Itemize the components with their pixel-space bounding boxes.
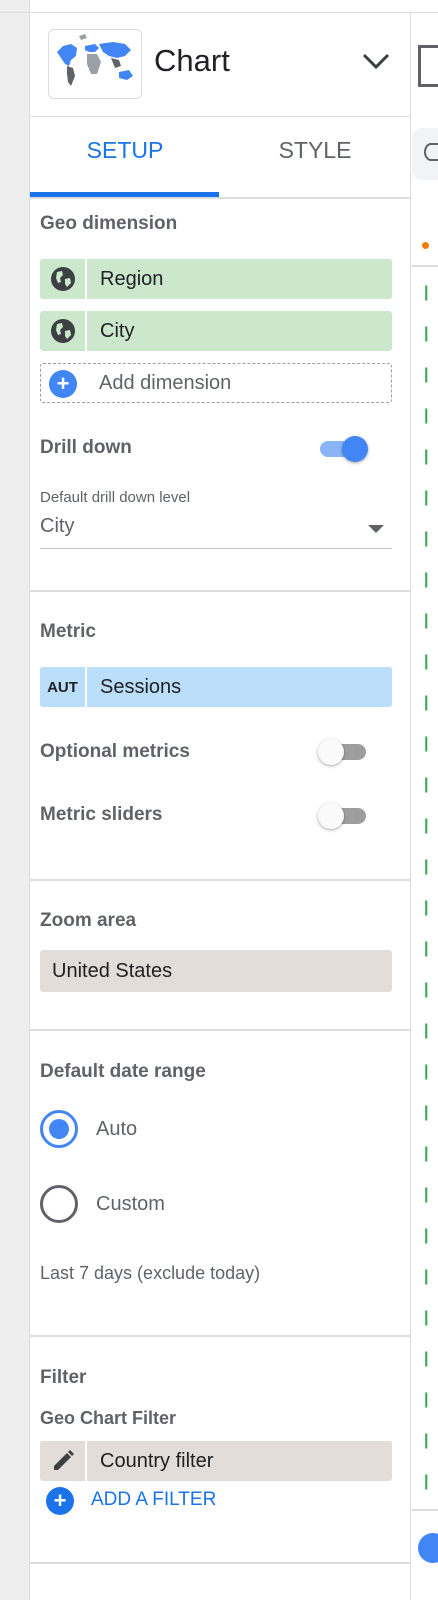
active-tab-indicator <box>30 192 219 197</box>
dimension-label: City <box>100 320 135 342</box>
chevron-down-icon[interactable] <box>360 49 392 73</box>
search-field[interactable] <box>412 128 438 180</box>
section-divider <box>30 590 411 592</box>
list-divider <box>412 1509 438 1511</box>
filter-chip-country[interactable]: Country filter <box>40 1441 392 1481</box>
add-field-icon[interactable] <box>418 1533 438 1563</box>
dropdown-caret-icon <box>368 525 384 533</box>
globe-icon <box>40 259 87 299</box>
zoom-area-value: United States <box>52 960 173 982</box>
optional-metrics-toggle[interactable] <box>318 737 368 767</box>
field-list-item[interactable]: | <box>424 1474 430 1490</box>
chart-type-header[interactable]: Chart <box>30 13 411 117</box>
field-list-item[interactable]: | <box>424 531 430 547</box>
zoom-area-title: Zoom area <box>40 910 137 931</box>
metric-sliders-toggle[interactable] <box>318 801 368 831</box>
list-divider <box>412 265 438 267</box>
field-list-item[interactable]: | <box>424 695 430 711</box>
world-map-icon <box>57 34 133 86</box>
optional-metrics-label: Optional metrics <box>40 741 190 762</box>
dimension-label: Region <box>100 268 164 290</box>
field-list-item[interactable]: | <box>424 1351 430 1367</box>
metric-sliders-label: Metric sliders <box>40 804 163 825</box>
add-dimension-label: Add dimension <box>99 372 232 394</box>
field-list-item[interactable]: | <box>424 900 430 916</box>
default-drill-level-value: City <box>40 515 75 537</box>
field-list-item[interactable]: | <box>424 1392 430 1408</box>
zoom-area-selector[interactable]: United States <box>40 950 392 992</box>
data-panel-edge: | | | | | | | | | | | | | | | | | | | | … <box>412 13 438 1600</box>
field-list-item[interactable]: | <box>424 490 430 506</box>
plus-icon: + <box>49 370 77 398</box>
section-divider <box>30 1335 411 1337</box>
field-list-item[interactable]: | <box>424 1187 430 1203</box>
panel-tabs: SETUP STYLE <box>30 117 411 199</box>
dimension-chip-region[interactable]: Region <box>40 259 392 299</box>
field-list-item[interactable]: | <box>424 818 430 834</box>
field-list-item[interactable]: | <box>424 1269 430 1285</box>
add-filter-label: ADD A FILTER <box>91 1489 217 1510</box>
field-list-item[interactable]: | <box>424 1433 430 1449</box>
field-list-item[interactable]: | <box>424 941 430 957</box>
geo-dimension-title: Geo dimension <box>40 213 178 234</box>
field-list-item[interactable]: | <box>424 1228 430 1244</box>
filter-label: Country filter <box>100 1450 214 1472</box>
field-list-item[interactable]: | <box>424 613 430 629</box>
field-list-item[interactable]: | <box>424 1023 430 1039</box>
aggregation-badge: AUT <box>40 667 87 707</box>
add-dimension-button[interactable]: + Add dimension <box>40 363 392 403</box>
globe-icon <box>40 311 87 351</box>
field-list-item[interactable]: | <box>424 367 430 383</box>
field-list-item[interactable]: | <box>424 859 430 875</box>
date-range-note: Last 7 days (exclude today) <box>40 1263 261 1283</box>
field-list-item[interactable]: | <box>424 572 430 588</box>
default-drill-level-label: Default drill down level <box>40 489 191 506</box>
data-source-icon <box>418 45 438 87</box>
geo-chart-filter-label: Geo Chart Filter <box>40 1408 177 1428</box>
metric-label: Sessions <box>100 676 182 698</box>
field-list-item[interactable]: | <box>424 654 430 670</box>
plus-icon: + <box>46 1487 74 1515</box>
filter-title: Filter <box>40 1367 87 1388</box>
section-divider <box>30 1029 411 1031</box>
metric-chip-sessions[interactable]: AUT Sessions <box>40 667 392 707</box>
field-list-item[interactable]: | <box>424 736 430 752</box>
status-dot <box>422 242 429 249</box>
properties-panel: Chart SETUP STYLE Geo dimension Region C… <box>30 13 411 1600</box>
search-icon <box>424 143 438 161</box>
drill-down-title: Drill down <box>40 437 132 458</box>
dimension-chip-city[interactable]: City <box>40 311 392 351</box>
metric-title: Metric <box>40 621 96 642</box>
radio-custom[interactable] <box>40 1185 78 1223</box>
date-range-title: Default date range <box>40 1061 206 1082</box>
field-list-item[interactable]: | <box>424 1105 430 1121</box>
geo-chart-thumbnail <box>48 29 142 99</box>
chart-type-title: Chart <box>154 43 230 78</box>
field-list-item[interactable]: | <box>424 1310 430 1326</box>
field-list-item[interactable]: | <box>424 285 430 301</box>
left-gutter <box>0 0 30 1600</box>
radio-auto-label: Auto <box>96 1118 138 1140</box>
radio-custom-label: Custom <box>96 1193 165 1215</box>
radio-auto[interactable] <box>40 1110 78 1148</box>
field-list-item[interactable]: | <box>424 1064 430 1080</box>
pencil-icon <box>40 1441 87 1481</box>
section-divider <box>30 879 411 881</box>
default-drill-level-select[interactable]: City <box>40 513 392 549</box>
tab-setup[interactable]: SETUP <box>30 117 220 197</box>
tab-style[interactable]: STYLE <box>220 117 410 197</box>
section-divider <box>30 1562 411 1564</box>
field-list-item[interactable]: | <box>424 449 430 465</box>
drill-down-toggle[interactable] <box>318 434 368 464</box>
field-list-item[interactable]: | <box>424 982 430 998</box>
field-list-item[interactable]: | <box>424 1146 430 1162</box>
field-list-item[interactable]: | <box>424 326 430 342</box>
field-list-item[interactable]: | <box>424 777 430 793</box>
field-list-item[interactable]: | <box>424 408 430 424</box>
